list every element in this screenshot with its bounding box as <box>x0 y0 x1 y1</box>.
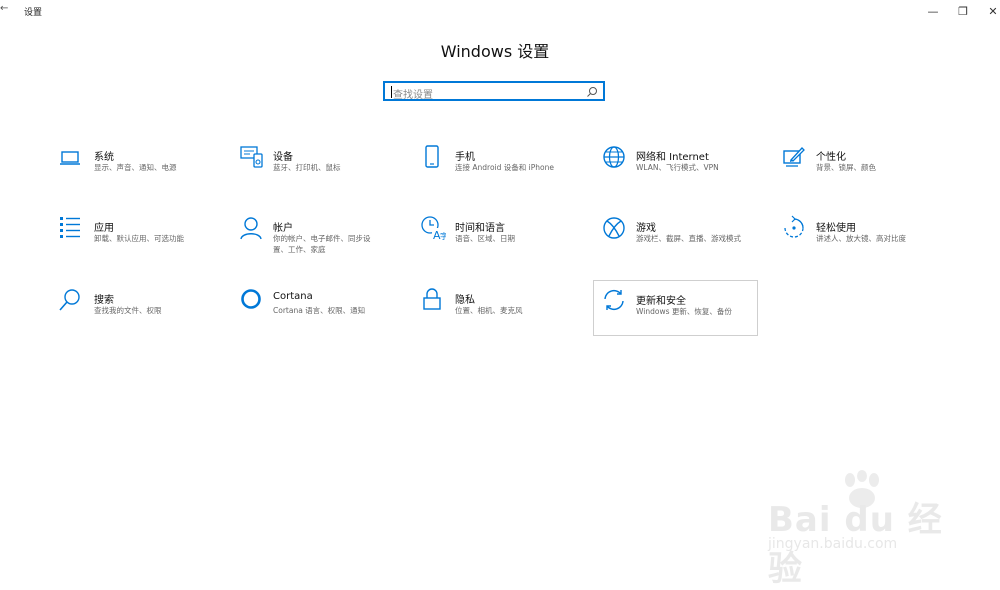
tile-system[interactable]: 系统 显示、声音、通知、电源 <box>55 140 220 196</box>
tile-apps[interactable]: 应用 卸载、默认应用、可选功能 <box>55 211 220 267</box>
tile-update-security[interactable]: 更新和安全 Windows 更新、恢复、备份 <box>593 280 758 336</box>
tile-title: Cortana <box>273 291 313 302</box>
title-bar: ← 设置 — ❐ ✕ <box>0 0 1000 22</box>
cortana-icon <box>240 288 266 314</box>
tile-description: 位置、相机、麦克风 <box>455 306 523 315</box>
devices-icon <box>240 145 266 171</box>
apps-list-icon <box>59 215 85 241</box>
tile-description: Cortana 语言、权限、通知 <box>273 306 366 315</box>
tile-title: 应用 <box>94 223 114 234</box>
tile-description: 卸载、默认应用、可选功能 <box>94 234 184 243</box>
tile-description: 蓝牙、打印机、鼠标 <box>273 163 341 172</box>
minimize-icon: — <box>927 4 939 18</box>
tile-title: 隐私 <box>455 295 475 306</box>
tile-title: 设备 <box>273 152 293 163</box>
tile-title: 系统 <box>94 152 114 163</box>
tile-description: 讲述人、放大镜、高对比度 <box>816 234 906 243</box>
lock-icon <box>422 287 448 313</box>
tile-cortana[interactable]: Cortana Cortana 语言、权限、通知 <box>236 283 401 339</box>
tile-description: WLAN、飞行模式、VPN <box>636 163 719 172</box>
person-icon <box>240 216 266 242</box>
text-caret <box>391 86 392 98</box>
tile-description: 连接 Android 设备和 iPhone <box>455 163 554 172</box>
search-icon[interactable] <box>586 86 598 98</box>
tile-description: 查找我的文件、权限 <box>94 306 162 315</box>
close-button[interactable]: ✕ <box>976 0 1000 22</box>
search-placeholder: 查找设置 <box>393 90 433 101</box>
tile-gaming[interactable]: 游戏 游戏栏、截屏、直播、游戏模式 <box>598 211 763 267</box>
tile-network[interactable]: 网络和 Internet WLAN、飞行模式、VPN <box>598 140 763 196</box>
svg-text:字: 字 <box>440 231 446 241</box>
tile-title: 手机 <box>455 152 475 163</box>
back-icon[interactable]: ← <box>0 3 8 14</box>
ease-of-access-icon <box>781 215 807 241</box>
tile-time-language[interactable]: A字 时间和语言 语音、区域、日期 <box>418 211 583 267</box>
tile-description: 语音、区域、日期 <box>455 234 515 243</box>
laptop-icon <box>59 147 85 173</box>
tile-devices[interactable]: 设备 蓝牙、打印机、鼠标 <box>236 140 401 196</box>
search-input[interactable]: 查找设置 <box>383 81 605 101</box>
tile-title: 游戏 <box>636 223 656 234</box>
tile-description: 背景、锁屏、颜色 <box>816 163 876 172</box>
maximize-button[interactable]: ❐ <box>946 0 980 22</box>
tile-title: 搜索 <box>94 295 114 306</box>
tile-description: 游戏栏、截屏、直播、游戏模式 <box>636 234 741 243</box>
phone-icon <box>422 145 448 171</box>
tile-privacy[interactable]: 隐私 位置、相机、麦克风 <box>418 283 583 339</box>
tile-title: 时间和语言 <box>455 223 505 234</box>
close-icon: ✕ <box>988 4 998 18</box>
tile-title: 个性化 <box>816 152 846 163</box>
watermark-url: jingyan.baidu.com <box>768 536 898 552</box>
tile-search[interactable]: 搜索 查找我的文件、权限 <box>55 283 220 339</box>
tile-title: 帐户 <box>273 223 293 234</box>
minimize-button[interactable]: — <box>916 0 950 22</box>
tile-description: 显示、声音、通知、电源 <box>94 163 177 172</box>
window-title: 设置 <box>24 8 43 18</box>
tile-accounts[interactable]: 帐户 你的帐户、电子邮件、同步设置、工作、家庭 <box>236 211 401 267</box>
watermark: Bai du 经验 jingyan.baidu.com <box>768 470 948 589</box>
search-icon <box>59 288 85 314</box>
globe-icon <box>602 145 628 171</box>
tile-phone[interactable]: 手机 连接 Android 设备和 iPhone <box>418 140 583 196</box>
time-language-icon: A字 <box>420 215 446 241</box>
tile-ease-of-access[interactable]: 轻松使用 讲述人、放大镜、高对比度 <box>778 211 943 267</box>
tile-title: 轻松使用 <box>816 223 856 234</box>
page-title: Windows 设置 <box>440 42 550 61</box>
sync-icon <box>602 288 628 314</box>
tile-description: 你的帐户、电子邮件、同步设置、工作、家庭 <box>273 234 371 254</box>
paint-icon <box>782 145 808 171</box>
maximize-icon: ❐ <box>958 4 968 18</box>
tile-personalization[interactable]: 个性化 背景、锁屏、颜色 <box>778 140 943 196</box>
tile-title: 更新和安全 <box>636 296 686 307</box>
xbox-icon <box>602 216 628 242</box>
tile-title: 网络和 Internet <box>636 152 709 163</box>
tile-description: Windows 更新、恢复、备份 <box>636 307 732 316</box>
